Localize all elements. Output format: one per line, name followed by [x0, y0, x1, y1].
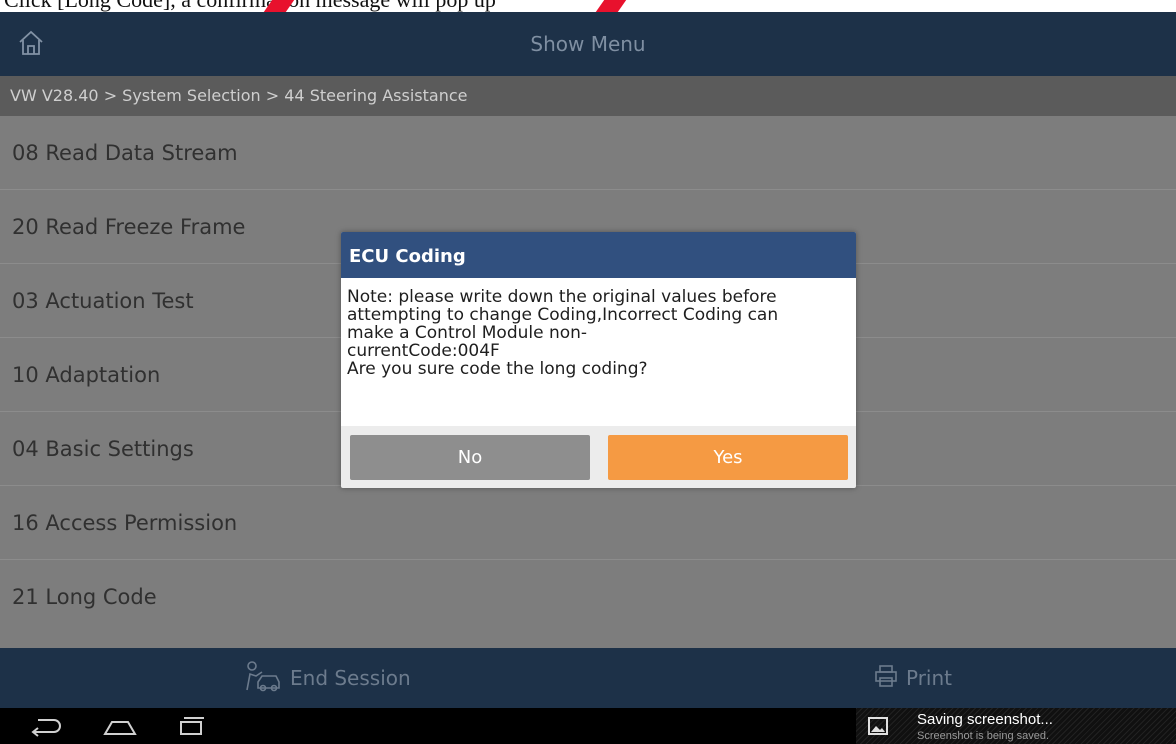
menu-item-access-permission[interactable]: 16 Access Permission: [0, 486, 1176, 560]
mechanic-car-icon: [244, 660, 290, 697]
dialog-actions: No Yes: [350, 435, 848, 480]
menu-item-long-code[interactable]: 21 Long Code: [0, 560, 1176, 634]
menu-item-read-data-stream[interactable]: 08 Read Data Stream: [0, 116, 1176, 190]
android-nav-bar: Saving screenshot... Screenshot is being…: [0, 708, 1176, 744]
screenshot-notification[interactable]: Saving screenshot... Screenshot is being…: [856, 708, 1176, 744]
dialog-message-line: make a Control Module non-: [347, 323, 588, 343]
dialog-message-line: Are you sure code the long coding?: [347, 359, 648, 379]
notification-subtitle: Screenshot is being saved.: [917, 730, 1050, 742]
printer-icon: [874, 664, 906, 693]
dialog-message-line: attempting to change Coding,Incorrect Co…: [347, 305, 779, 325]
end-session-button[interactable]: End Session: [244, 648, 411, 708]
print-button[interactable]: Print: [874, 648, 952, 708]
watermark-stroke: [595, 0, 627, 12]
dialog-message-line: currentCode:004F: [347, 341, 500, 361]
dialog-message-line: Note: please write down the original val…: [347, 287, 777, 307]
end-session-label: End Session: [290, 666, 411, 690]
bottom-toolbar: End Session Print: [0, 648, 1176, 708]
page-title: Show Menu: [530, 32, 646, 56]
app-window: Show Menu VW V28.40 > System Selection >…: [0, 12, 1176, 708]
document-caption: Click [Long Code], a confirmation messag…: [4, 0, 496, 12]
dialog-title: ECU Coding: [341, 232, 856, 278]
recents-icon[interactable]: [176, 714, 206, 742]
home-nav-icon[interactable]: [102, 714, 138, 742]
notification-title: Saving screenshot...: [917, 711, 1053, 728]
ecu-coding-dialog: ECU Coding Note: please write down the o…: [341, 232, 856, 488]
dialog-message: Note: please write down the original val…: [341, 278, 856, 426]
breadcrumb: VW V28.40 > System Selection > 44 Steeri…: [0, 76, 1176, 116]
top-bar: Show Menu: [0, 12, 1176, 76]
yes-button[interactable]: Yes: [608, 435, 848, 480]
back-icon[interactable]: [28, 714, 64, 742]
print-label: Print: [906, 666, 953, 690]
document-caption-strip: Click [Long Code], a confirmation messag…: [0, 0, 1176, 12]
image-icon: [868, 717, 888, 739]
no-button[interactable]: No: [350, 435, 590, 480]
